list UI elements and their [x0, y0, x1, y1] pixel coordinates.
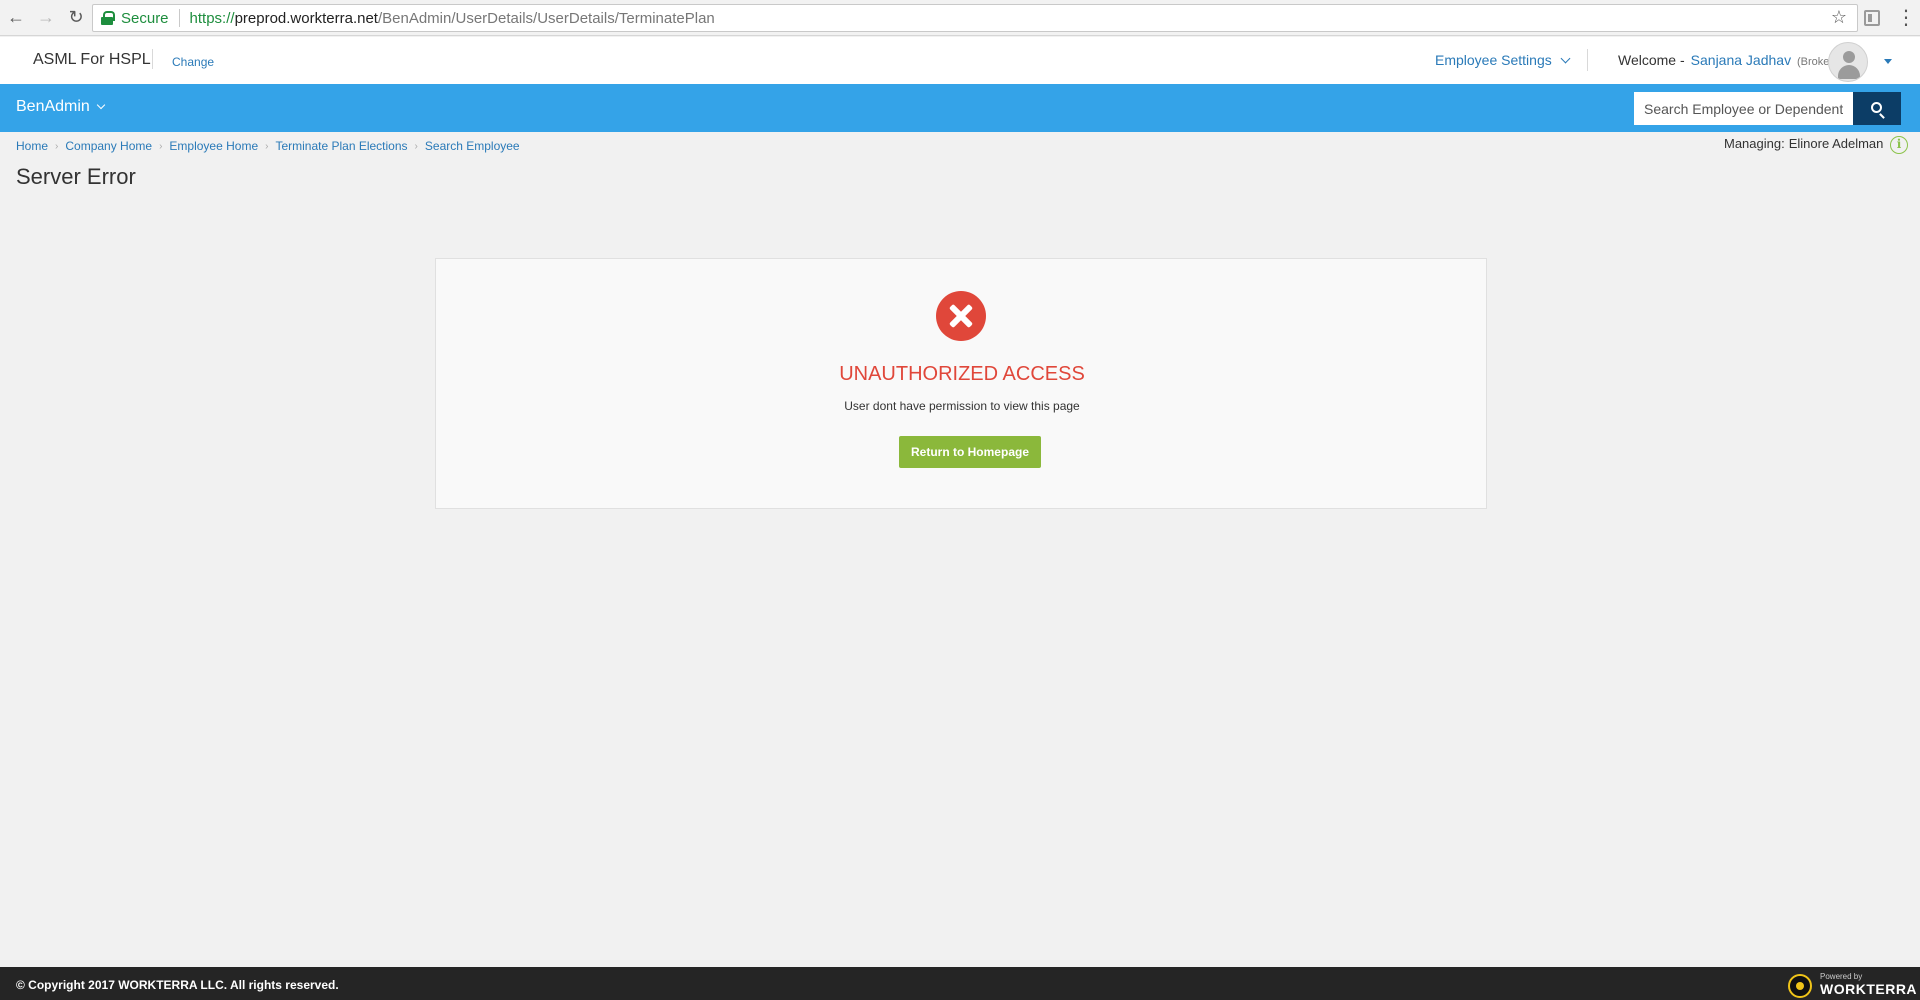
- avatar-body-icon: [1838, 65, 1860, 79]
- benadmin-menu-label: BenAdmin: [16, 98, 90, 115]
- breadcrumb-terminate-plan-elections[interactable]: Terminate Plan Elections: [275, 139, 407, 153]
- breadcrumb: Home › Company Home › Employee Home › Te…: [16, 139, 520, 153]
- company-name: ASML For HSPL: [33, 51, 151, 68]
- welcome-text: Welcome - Sanjana Jadhav (Broker): [1618, 52, 1837, 68]
- search-icon: [1870, 102, 1882, 113]
- employee-settings-label: Employee Settings: [1435, 52, 1552, 68]
- forward-arrow-icon[interactable]: →: [32, 4, 60, 32]
- error-panel: UNAUTHORIZED ACCESS User dont have permi…: [435, 258, 1487, 509]
- search-button[interactable]: [1853, 92, 1901, 125]
- breadcrumb-company-home[interactable]: Company Home: [65, 139, 152, 153]
- main-nav-bar: BenAdmin: [0, 84, 1920, 132]
- extension-icon[interactable]: [1864, 10, 1880, 26]
- user-name-link[interactable]: Sanjana Jadhav: [1691, 52, 1791, 68]
- managing-name: Elinore Adelman: [1788, 136, 1884, 151]
- lock-icon: [101, 11, 115, 25]
- info-icon[interactable]: i: [1890, 136, 1908, 154]
- breadcrumb-separator-icon: ›: [265, 140, 269, 152]
- change-company-link[interactable]: Change: [172, 55, 214, 69]
- brand-name: WORKTERRA: [1820, 981, 1918, 997]
- header-divider-2: [1587, 49, 1588, 71]
- back-arrow-icon[interactable]: ←: [2, 4, 30, 32]
- page-title: Server Error: [16, 164, 136, 189]
- return-to-homepage-button[interactable]: Return to Homepage: [899, 436, 1041, 468]
- breadcrumb-separator-icon: ›: [55, 140, 59, 152]
- error-x-icon: [936, 291, 986, 341]
- address-bar[interactable]: Secure https://preprod.workterra.net/Ben…: [92, 4, 1858, 32]
- breadcrumb-separator-icon: ›: [414, 140, 418, 152]
- breadcrumb-home[interactable]: Home: [16, 139, 48, 153]
- avatar-head-icon: [1843, 51, 1855, 63]
- footer: © Copyright 2017 WORKTERRA LLC. All righ…: [0, 967, 1920, 1000]
- benadmin-menu[interactable]: BenAdmin: [16, 98, 106, 116]
- chevron-down-icon: [1560, 53, 1571, 64]
- url-path: /BenAdmin/UserDetails/UserDetails/Termin…: [377, 9, 715, 27]
- search-employee-input[interactable]: [1634, 92, 1853, 125]
- copyright-text: © Copyright 2017 WORKTERRA LLC. All righ…: [16, 978, 339, 992]
- employee-settings-menu[interactable]: Employee Settings: [1435, 52, 1571, 68]
- header-divider: [152, 49, 153, 69]
- app-header: ASML For HSPL Change Employee Settings W…: [0, 37, 1920, 84]
- chevron-down-icon: [96, 100, 106, 110]
- url-scheme: https://: [189, 9, 235, 27]
- powered-by-label: Powered by: [1820, 972, 1863, 981]
- managing-indicator: Managing: Elinore Adelman: [1724, 136, 1883, 151]
- workterra-logo-icon: [1788, 974, 1812, 998]
- url-host: preprod.workterra.net: [234, 9, 378, 27]
- managing-label: Managing:: [1724, 136, 1785, 151]
- breadcrumb-employee-home[interactable]: Employee Home: [169, 139, 258, 153]
- error-title: UNAUTHORIZED ACCESS: [839, 363, 1085, 385]
- breadcrumb-separator-icon: ›: [159, 140, 163, 152]
- browser-menu-icon[interactable]: ⋮: [1896, 6, 1916, 30]
- address-divider: [178, 9, 180, 27]
- browser-toolbar: ← → ↻ Secure https://preprod.workterra.n…: [0, 0, 1920, 36]
- breadcrumb-search-employee[interactable]: Search Employee: [425, 139, 520, 153]
- avatar[interactable]: [1828, 42, 1868, 82]
- secure-label: Secure: [121, 9, 169, 27]
- bookmark-star-icon[interactable]: ☆: [1831, 7, 1847, 28]
- reload-icon[interactable]: ↻: [62, 4, 90, 32]
- user-menu-caret-icon[interactable]: [1884, 59, 1892, 64]
- error-message: User dont have permission to view this p…: [844, 399, 1080, 413]
- welcome-label: Welcome -: [1618, 52, 1685, 68]
